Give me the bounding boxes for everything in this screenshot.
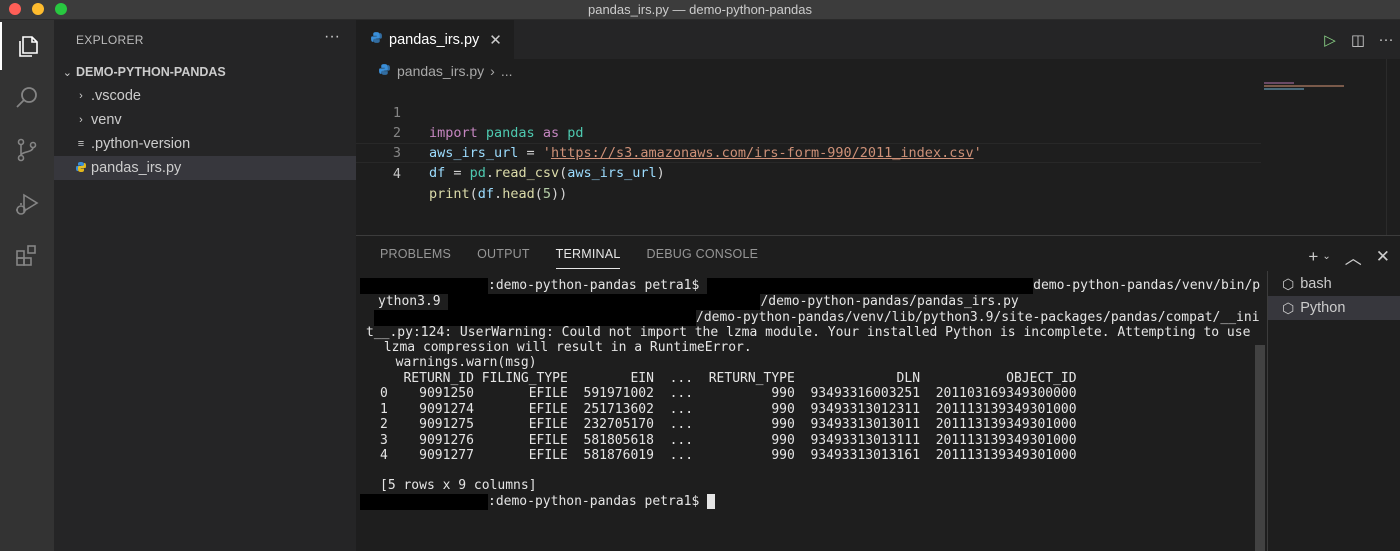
tree-item-label: venv <box>91 112 122 128</box>
bottom-panel: PROBLEMS OUTPUT TERMINAL DEBUG CONSOLE +… <box>356 235 1400 551</box>
maximize-panel-icon[interactable]: ︿ <box>1345 244 1362 269</box>
extensions-icon[interactable] <box>0 232 54 280</box>
editor-tabs-bar: pandas_irs.py ✕ ▷ ◫ ··· <box>356 20 1400 59</box>
explorer-header: EXPLORER <box>76 33 144 47</box>
chevron-down-icon: ⌄ <box>62 66 72 79</box>
terminal-line: ython3.9 /demo-python-pandas/pandas_irs.… <box>378 294 1019 310</box>
redaction-block <box>448 294 761 310</box>
files-icon[interactable] <box>0 22 54 70</box>
breadcrumb: pandas_irs.py › ... <box>378 63 513 79</box>
run-debug-icon[interactable] <box>0 180 54 228</box>
python-file-icon <box>378 63 391 79</box>
tree-item-pandas-irs[interactable]: pandas_irs.py <box>54 156 356 180</box>
breadcrumb-separator: › <box>490 63 495 79</box>
terminal-line: warnings.warn(msg) <box>380 355 537 370</box>
terminal-cursor <box>707 494 716 509</box>
tree-item-python-version[interactable]: ≡ .python-version <box>54 132 356 156</box>
editor-tab-label: pandas_irs.py <box>389 31 480 48</box>
search-icon[interactable] <box>0 74 54 122</box>
panel-tabs: PROBLEMS OUTPUT TERMINAL DEBUG CONSOLE <box>356 236 760 273</box>
terminal-line: 4 9091277 EFILE 581876019 ... 990 934933… <box>380 448 1077 463</box>
more-actions-icon[interactable]: ··· <box>324 28 340 46</box>
terminal-line: RETURN_ID FILING_TYPE EIN ... RETURN_TYP… <box>380 371 1077 386</box>
lines-file-icon: ≡ <box>77 138 85 150</box>
tree-item-vscode[interactable]: › .vscode <box>54 84 356 108</box>
python-file-icon <box>74 161 88 176</box>
terminal-cube-icon: ⬡ <box>1282 299 1295 316</box>
terminal-item-python[interactable]: ⬡ Python <box>1268 296 1400 320</box>
panel-actions: + ⌄ ︿ ✕ <box>1294 244 1390 269</box>
tree-item-label: pandas_irs.py <box>91 160 182 176</box>
close-icon[interactable]: ✕ <box>1376 247 1390 267</box>
redaction-block <box>360 278 488 294</box>
terminal-line: 0 9091250 EFILE 591971002 ... 990 934933… <box>380 386 1077 401</box>
source-control-icon[interactable] <box>0 126 54 174</box>
breadcrumb-file[interactable]: pandas_irs.py <box>397 63 484 79</box>
terminal-item-bash[interactable]: ⬡ bash <box>1268 272 1400 296</box>
breadcrumb-symbols[interactable]: ... <box>501 63 513 79</box>
code-line: 2 aws_irs_url = 'https://s3.amazonaws.co… <box>356 103 1256 161</box>
editor-actions: ▷ ◫ ··· <box>1316 20 1400 59</box>
redaction-block <box>360 494 488 510</box>
split-editor-icon[interactable]: ◫ <box>1344 31 1372 49</box>
terminal-line: :demo-python-pandas petra1$ <box>360 494 716 510</box>
activity-bar <box>0 20 54 551</box>
line-number: 4 <box>392 166 401 182</box>
explorer-sidebar: EXPLORER ··· ⌄ DEMO-PYTHON-PANDAS › .vsc… <box>54 20 356 551</box>
more-actions-icon[interactable]: ··· <box>1372 31 1400 48</box>
terminal-item-label: Python <box>1300 300 1346 316</box>
redaction-block <box>374 310 696 326</box>
workspace-folder[interactable]: ⌄ DEMO-PYTHON-PANDAS <box>54 61 356 83</box>
chevron-right-icon: › <box>79 114 83 126</box>
tab-output[interactable]: OUTPUT <box>477 236 530 273</box>
terminal-line: 2 9091275 EFILE 232705170 ... 990 934933… <box>380 417 1077 432</box>
code-line: 1 import pandas as pd <box>356 83 1256 141</box>
tree-item-venv[interactable]: › venv <box>54 108 356 132</box>
chevron-right-icon: › <box>79 90 83 102</box>
code-line: 3 df = pd.read_csv(aws_irs_url) <box>356 123 1256 181</box>
editor-area: pandas_irs.py ✕ ▷ ◫ ··· pandas_irs.py › … <box>356 20 1400 235</box>
tab-terminal[interactable]: TERMINAL <box>555 236 621 273</box>
tree-item-label: .vscode <box>91 88 141 104</box>
terminal-item-label: bash <box>1300 276 1332 292</box>
python-file-icon <box>370 31 383 49</box>
minimap[interactable] <box>1264 82 1374 102</box>
tab-debug-console[interactable]: DEBUG CONSOLE <box>646 236 758 273</box>
title-bar: pandas_irs.py — demo-python-pandas <box>0 0 1400 20</box>
terminal-line: /demo-python-pandas/venv/lib/python3.9/s… <box>374 310 1260 326</box>
terminal-output[interactable]: :demo-python-pandas petra1$ demo-python-… <box>356 276 1260 546</box>
terminal-cube-icon: ⬡ <box>1282 275 1295 292</box>
terminal-scrollbar[interactable] <box>1255 345 1265 551</box>
tab-problems[interactable]: PROBLEMS <box>380 236 451 273</box>
new-terminal-icon[interactable]: + <box>1308 247 1318 267</box>
terminal-list: ⬡ bash ⬡ Python <box>1267 271 1400 551</box>
editor-tab-pandas-irs[interactable]: pandas_irs.py ✕ <box>356 20 514 59</box>
tree-item-label: .python-version <box>91 136 191 152</box>
run-icon[interactable]: ▷ <box>1316 31 1344 49</box>
terminal-line: 1 9091274 EFILE 251713602 ... 990 934933… <box>380 402 1077 417</box>
code-line-current: 4 print(df.head(5)) <box>356 143 1261 202</box>
redaction-block <box>707 278 1034 294</box>
terminal-line: lzma compression will result in a Runtim… <box>376 340 752 355</box>
close-icon[interactable]: ✕ <box>489 31 502 49</box>
terminal-line: t__.py:124: UserWarning: Could not impor… <box>366 325 1251 340</box>
terminal-line: :demo-python-pandas petra1$ demo-python-… <box>360 278 1260 294</box>
code-editor[interactable]: 1 import pandas as pd 2 aws_irs_url = 'h… <box>356 83 1261 202</box>
terminal-line: 3 9091276 EFILE 581805618 ... 990 934933… <box>380 433 1077 448</box>
terminal-line: [5 rows x 9 columns] <box>380 478 537 493</box>
editor-scrollbar[interactable] <box>1386 59 1400 235</box>
window-title: pandas_irs.py — demo-python-pandas <box>587 2 813 17</box>
chevron-down-icon[interactable]: ⌄ <box>1322 251 1330 262</box>
workspace-folder-label: DEMO-PYTHON-PANDAS <box>76 65 226 79</box>
